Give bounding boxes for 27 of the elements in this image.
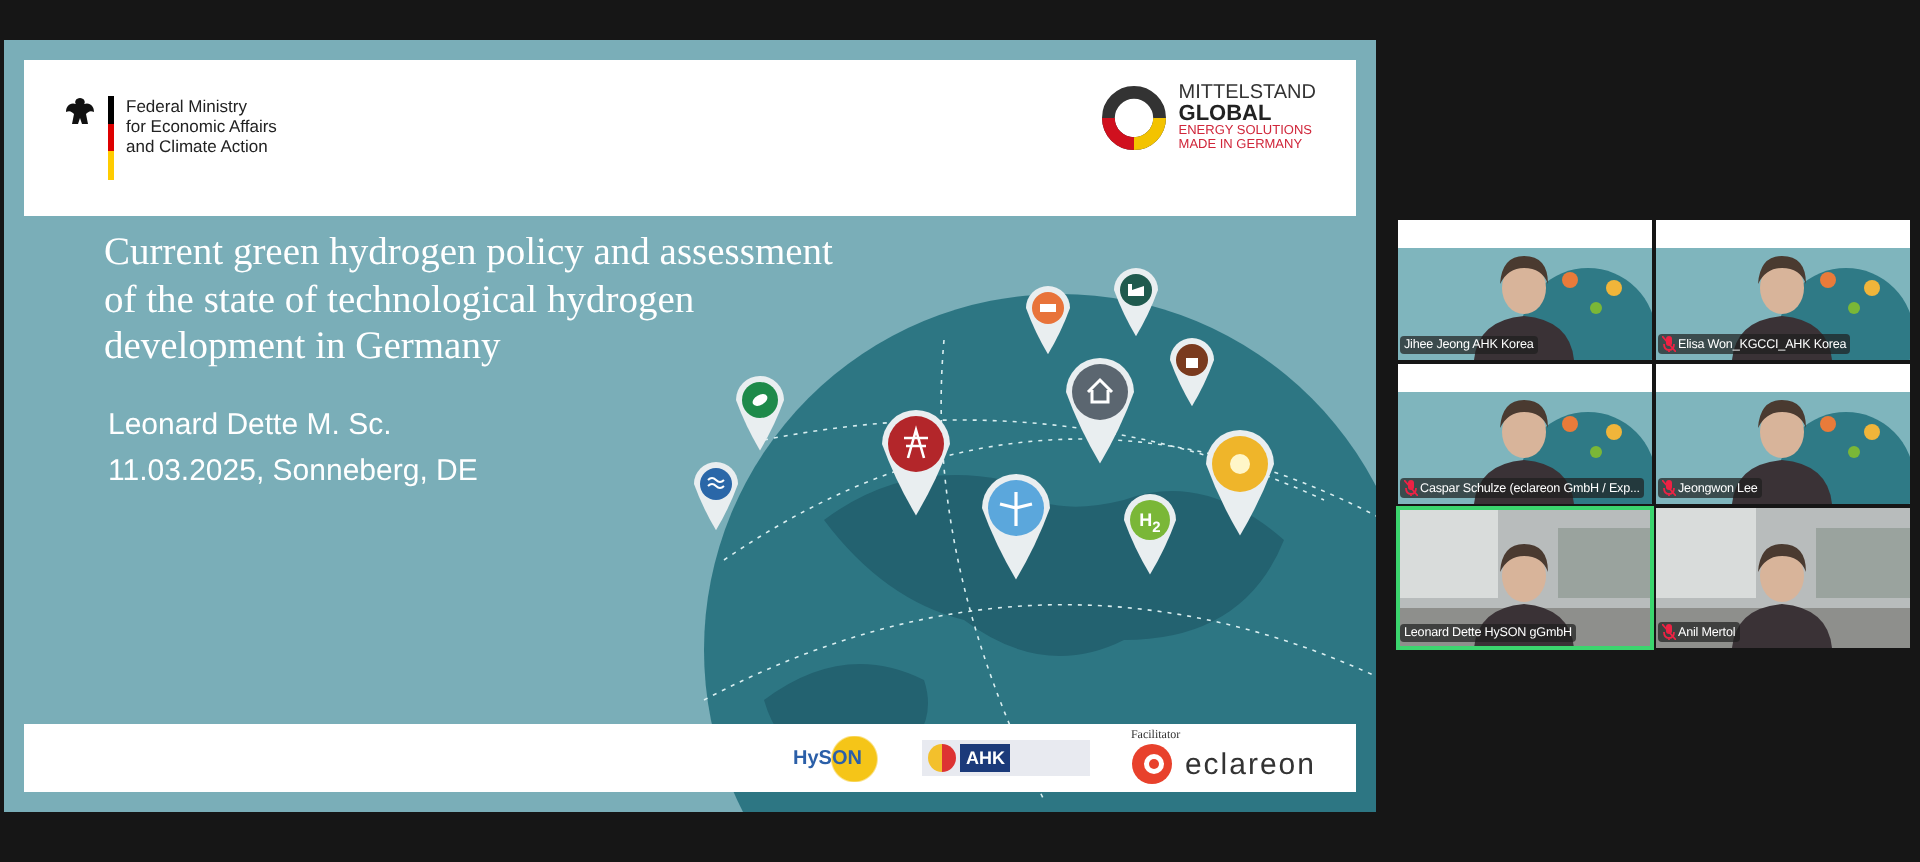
swirl-icon bbox=[1130, 742, 1175, 786]
ahk-logo: AHK bbox=[959, 744, 1011, 772]
ahk-emblem-icon bbox=[927, 744, 956, 772]
map-pin-icon bbox=[1170, 338, 1214, 407]
map-pin-icon bbox=[882, 410, 950, 516]
ministry-name: and Climate Action bbox=[126, 136, 270, 156]
map-pin-icon bbox=[736, 376, 784, 451]
map-pin-icon bbox=[1026, 286, 1070, 355]
map-pin-icon bbox=[1124, 494, 1176, 575]
date-place: 11.03.2025, Sonneberg, DE bbox=[108, 453, 478, 487]
map-pin-icon bbox=[694, 462, 738, 531]
map-pin-icon bbox=[1066, 358, 1134, 464]
map-pin-icon bbox=[1206, 430, 1274, 536]
brand-name: GLOBAL bbox=[1178, 104, 1272, 124]
slide-title: development in Germany bbox=[104, 324, 501, 371]
speaker-name: Leonard Dette M. Sc. bbox=[108, 407, 392, 441]
h2-label: H$_{2}$ bbox=[1139, 510, 1161, 530]
brand-name: MITTELSTAND bbox=[1178, 84, 1316, 104]
flag-stripe bbox=[108, 96, 114, 180]
map-pin-icon bbox=[982, 474, 1050, 580]
slide-title: of the state of technological hydrogen bbox=[104, 277, 695, 324]
ministry-name: for Economic Affairs bbox=[126, 116, 277, 136]
map-pin-icon bbox=[1114, 268, 1158, 337]
ministry-name: Federal Ministry bbox=[126, 96, 249, 116]
slide-title: Current green hydrogen policy and assessment bbox=[104, 230, 833, 277]
ring-logo-icon bbox=[1102, 86, 1167, 150]
eclareon-logo: eclareon bbox=[1184, 747, 1316, 781]
